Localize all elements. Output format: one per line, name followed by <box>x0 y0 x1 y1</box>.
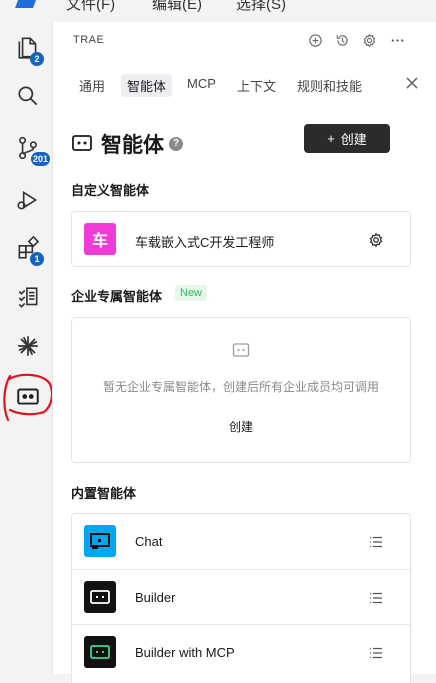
search-icon <box>18 86 38 106</box>
activity-explorer[interactable]: 2 <box>10 30 46 66</box>
builder-agent-icon <box>90 590 110 604</box>
list-icon[interactable] <box>368 590 384 606</box>
more-button[interactable] <box>387 30 407 50</box>
menu-select[interactable]: 选择(S) <box>236 0 286 14</box>
list-icon[interactable] <box>368 645 384 661</box>
new-badge: New <box>175 285 208 301</box>
chat-agent-avatar <box>84 525 116 557</box>
activity-agents[interactable] <box>10 378 46 414</box>
gear-icon <box>363 33 375 47</box>
create-agent-button[interactable]: + 创建 <box>304 124 390 153</box>
source-control-badge: 201 <box>30 152 50 166</box>
agents-settings-panel: TRAE 通用 智能体 MCP 上下文 规则和技能 智能体 ? + 创建 自定义… <box>52 22 436 683</box>
activity-search[interactable] <box>10 78 46 114</box>
builder-mcp-agent-icon <box>90 645 110 659</box>
enterprise-agents-label: 企业专属智能体 <box>71 289 163 304</box>
create-button-label: 创建 <box>340 132 367 147</box>
empty-state-text: 暂无企业专属智能体，创建后所有企业成员均可调用 <box>102 380 379 394</box>
agent-icon <box>17 388 39 405</box>
tab-mcp[interactable]: MCP <box>187 76 216 91</box>
custom-agents-label: 自定义智能体 <box>71 183 150 198</box>
builtin-agents-label: 内置智能体 <box>71 486 137 501</box>
run-debug-icon <box>17 190 38 210</box>
agent-name: Builder with MCP <box>135 645 235 660</box>
activity-tasks[interactable] <box>10 280 46 316</box>
gear-icon[interactable] <box>368 232 384 248</box>
enterprise-empty-card: 暂无企业专属智能体，创建后所有企业成员均可调用 创建 <box>71 317 411 463</box>
agent-icon <box>72 135 92 151</box>
extensions-badge: 1 <box>30 252 44 266</box>
agent-icon <box>232 343 250 357</box>
tab-general[interactable]: 通用 <box>79 76 105 95</box>
menu-file[interactable]: 文件(F) <box>66 0 115 14</box>
settings-button[interactable] <box>359 30 379 50</box>
list-icon[interactable] <box>368 534 384 550</box>
panel-title: TRAE <box>73 34 105 46</box>
panel-header: TRAE <box>53 22 436 58</box>
activity-source-control[interactable]: 201 <box>10 130 50 166</box>
builder-mcp-agent-avatar <box>84 636 116 668</box>
more-horizontal-icon <box>391 38 403 42</box>
tab-agents[interactable]: 智能体 <box>121 74 173 97</box>
menubar: 文件(F) 编辑(E) 选择(S) <box>0 0 436 22</box>
tab-rules-skills[interactable]: 规则和技能 <box>297 76 362 95</box>
checklist-icon <box>18 287 38 308</box>
activity-ai[interactable] <box>10 328 46 364</box>
close-icon[interactable] <box>403 74 421 92</box>
settings-tabs: 通用 智能体 MCP 上下文 规则和技能 <box>53 68 436 100</box>
agent-name: Chat <box>135 534 163 549</box>
builtin-agents-list: Chat Builder Builder with MCP <box>71 513 411 683</box>
activity-bar: 2 201 1 <box>0 22 52 674</box>
explorer-badge: 2 <box>30 52 44 66</box>
builder-agent-avatar <box>84 581 116 613</box>
page-title: 智能体 <box>101 134 164 157</box>
plus-icon: + <box>327 131 335 146</box>
menu-edit[interactable]: 编辑(E) <box>152 0 202 14</box>
history-icon <box>336 34 348 46</box>
custom-agent-avatar: 车 <box>84 223 116 255</box>
app-logo <box>15 0 39 8</box>
activity-extensions[interactable]: 1 <box>10 230 46 266</box>
chat-agent-icon <box>90 533 110 549</box>
sparkle-asterisk-icon <box>18 336 38 356</box>
help-icon[interactable]: ? <box>169 137 183 151</box>
list-item[interactable]: Chat <box>72 514 410 569</box>
custom-agent-avatar-char: 车 <box>91 233 108 250</box>
activity-run-debug[interactable] <box>10 182 46 218</box>
custom-agent-card[interactable]: 车 车载嵌入式C开发工程师 <box>71 211 411 267</box>
history-button[interactable] <box>332 30 352 50</box>
custom-agent-name: 车载嵌入式C开发工程师 <box>135 235 275 250</box>
chat-plus-icon <box>308 33 322 47</box>
list-item[interactable]: Builder <box>72 569 410 624</box>
tab-context[interactable]: 上下文 <box>237 76 276 95</box>
new-chat-button[interactable] <box>305 30 325 50</box>
agent-name: Builder <box>135 590 176 605</box>
enterprise-create-link[interactable]: 创建 <box>72 418 410 435</box>
list-item[interactable]: Builder with MCP <box>72 624 410 679</box>
